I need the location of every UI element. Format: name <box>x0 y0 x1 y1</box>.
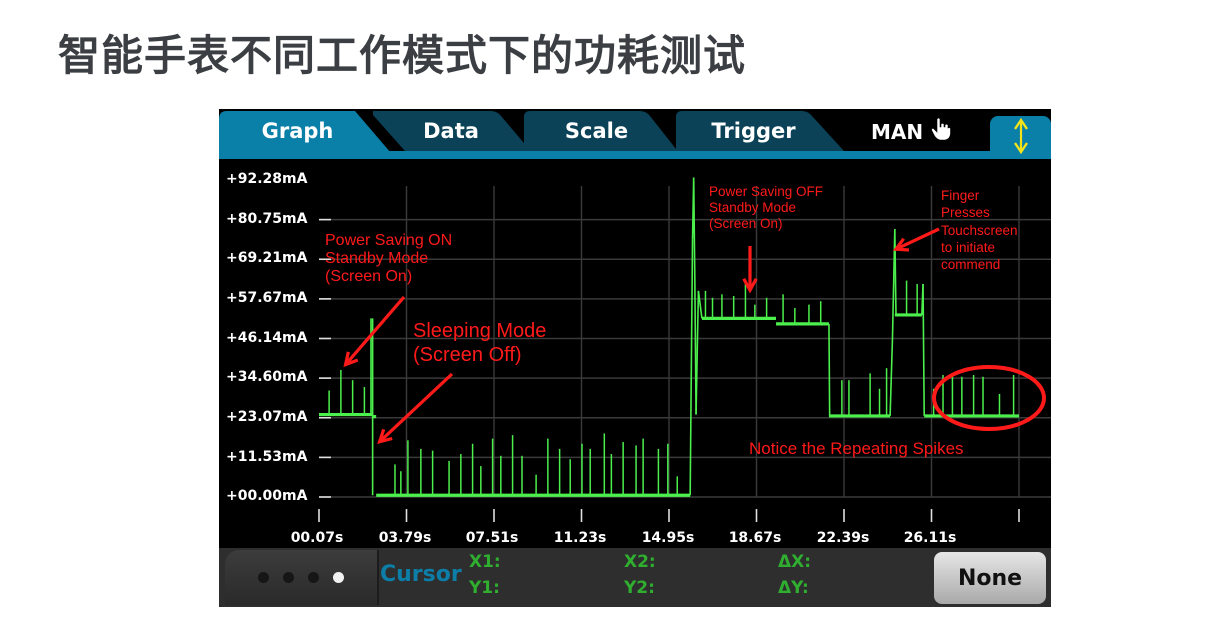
cursor-dx-label: ΔX: <box>778 552 812 572</box>
y-tick-label: +34.60mA <box>226 369 308 385</box>
annotation-line: to initiate <box>941 239 996 255</box>
trace-transition <box>922 284 926 416</box>
vertical-double-arrow-icon <box>1013 118 1028 154</box>
x-tick-label: 14.95s <box>641 530 695 546</box>
trigger-mode-label: MAN <box>871 120 924 144</box>
x-tick-label: 03.79s <box>378 530 432 546</box>
page-dot <box>308 572 319 583</box>
cursor-x1-label: X1: <box>469 552 501 572</box>
annotation-power-saving-on: Power Saving ON Standby Mode (Screen On) <box>325 232 452 286</box>
swipe-page-indicator[interactable] <box>225 550 379 605</box>
x-tick-label: 07.51s <box>465 530 519 546</box>
trace-transition <box>692 177 696 285</box>
y-tick-label: +46.14mA <box>226 330 308 346</box>
annotation-line: Presses <box>941 205 990 221</box>
tab-scale-label: Scale <box>564 119 629 143</box>
page-title: 智能手表不同工作模式下的功耗测试 <box>58 31 747 80</box>
annotation-line: (Screen On) <box>709 216 783 232</box>
trigger-mode-indicator[interactable]: MAN <box>871 109 951 155</box>
annotation-line: (Screen Off) <box>413 344 522 366</box>
cursor-label: Cursor <box>380 562 462 587</box>
annotation-finger-press: Finger Presses Touchscreen to initiate c… <box>941 187 1018 273</box>
tab-trigger-label: Trigger <box>711 119 796 143</box>
x-tick-label: 00.07s <box>290 530 344 546</box>
trace-transition <box>828 323 831 416</box>
annotation-line: commend <box>941 257 1001 273</box>
x-tick-label: 22.39s <box>816 530 870 546</box>
cursor-bar: Cursor X1: Y1: X2: Y2: ΔX: ΔY: None <box>219 548 1051 607</box>
tab-graph-label: Graph <box>261 119 334 143</box>
annotation-line: Touchscreen <box>941 222 1018 238</box>
annotation-arrow <box>378 372 454 443</box>
graph-area[interactable]: +92.28mA +80.75mA +69.21mA +57.67mA +46.… <box>219 159 1051 549</box>
current-graph <box>318 177 1051 522</box>
y-tick-label: +00.00mA <box>226 488 308 504</box>
y-tick-label: +80.75mA <box>226 211 308 227</box>
trace-transition <box>695 290 700 415</box>
annotation-line: Standby Mode <box>325 249 429 267</box>
x-tick-label: 18.67s <box>728 530 782 546</box>
x-tick-label: 26.11s <box>903 530 957 546</box>
y-tick-label: +23.07mA <box>226 409 308 425</box>
cursor-x2-label: X2: <box>624 552 656 572</box>
tab-graph[interactable]: Graph <box>219 109 391 159</box>
trace-transition <box>689 366 693 496</box>
annotation-line: Sleeping Mode <box>413 320 547 342</box>
cursor-y2-label: Y2: <box>624 578 655 598</box>
trace-transition <box>690 239 694 367</box>
x-tick-label: 11.23s <box>553 530 607 546</box>
annotation-line: (Screen On) <box>325 267 413 285</box>
page-dot <box>283 572 294 583</box>
annotation-line: Standby Mode <box>709 200 797 216</box>
annotation-sleeping-mode: Sleeping Mode (Screen Off) <box>413 319 546 367</box>
y-tick-label: +92.28mA <box>226 171 308 187</box>
annotation-line: Finger <box>941 188 980 203</box>
cursor-dy-label: ΔY: <box>778 578 809 598</box>
tab-bar: Graph Data Scale Trigger MAN <box>219 109 1051 159</box>
tab-scale[interactable]: Scale <box>524 109 679 153</box>
annotation-line: Notice the Repeating Spikes <box>749 439 964 458</box>
page-dot <box>258 572 269 583</box>
annotation-arrow <box>344 295 406 366</box>
instrument-screen: Graph Data Scale Trigger MAN +92.28mA +8… <box>219 109 1051 607</box>
annotation-line: Power Saving ON <box>325 232 453 249</box>
tab-data[interactable]: Data <box>371 109 529 153</box>
y-tick-label: +11.53mA <box>226 449 308 465</box>
page-dot-active <box>333 572 344 583</box>
hand-pointer-icon <box>931 117 951 147</box>
cursor-y1-label: Y1: <box>469 578 500 598</box>
tab-trigger[interactable]: Trigger <box>676 109 846 153</box>
annotation-circle <box>932 365 1046 431</box>
tab-data-label: Data <box>423 119 479 143</box>
annotation-repeating-spikes: Notice the Repeating Spikes <box>749 439 964 458</box>
trace-transition <box>894 229 897 315</box>
cursor-none-button[interactable]: None <box>934 552 1046 604</box>
y-tick-label: +69.21mA <box>226 250 308 266</box>
annotation-power-saving-off: Power Saving OFF Standby Mode (Screen On… <box>709 184 823 233</box>
swap-axis-button[interactable] <box>990 116 1051 156</box>
annotation-line: Power Saving OFF <box>709 184 824 199</box>
y-tick-label: +57.67mA <box>226 290 308 306</box>
